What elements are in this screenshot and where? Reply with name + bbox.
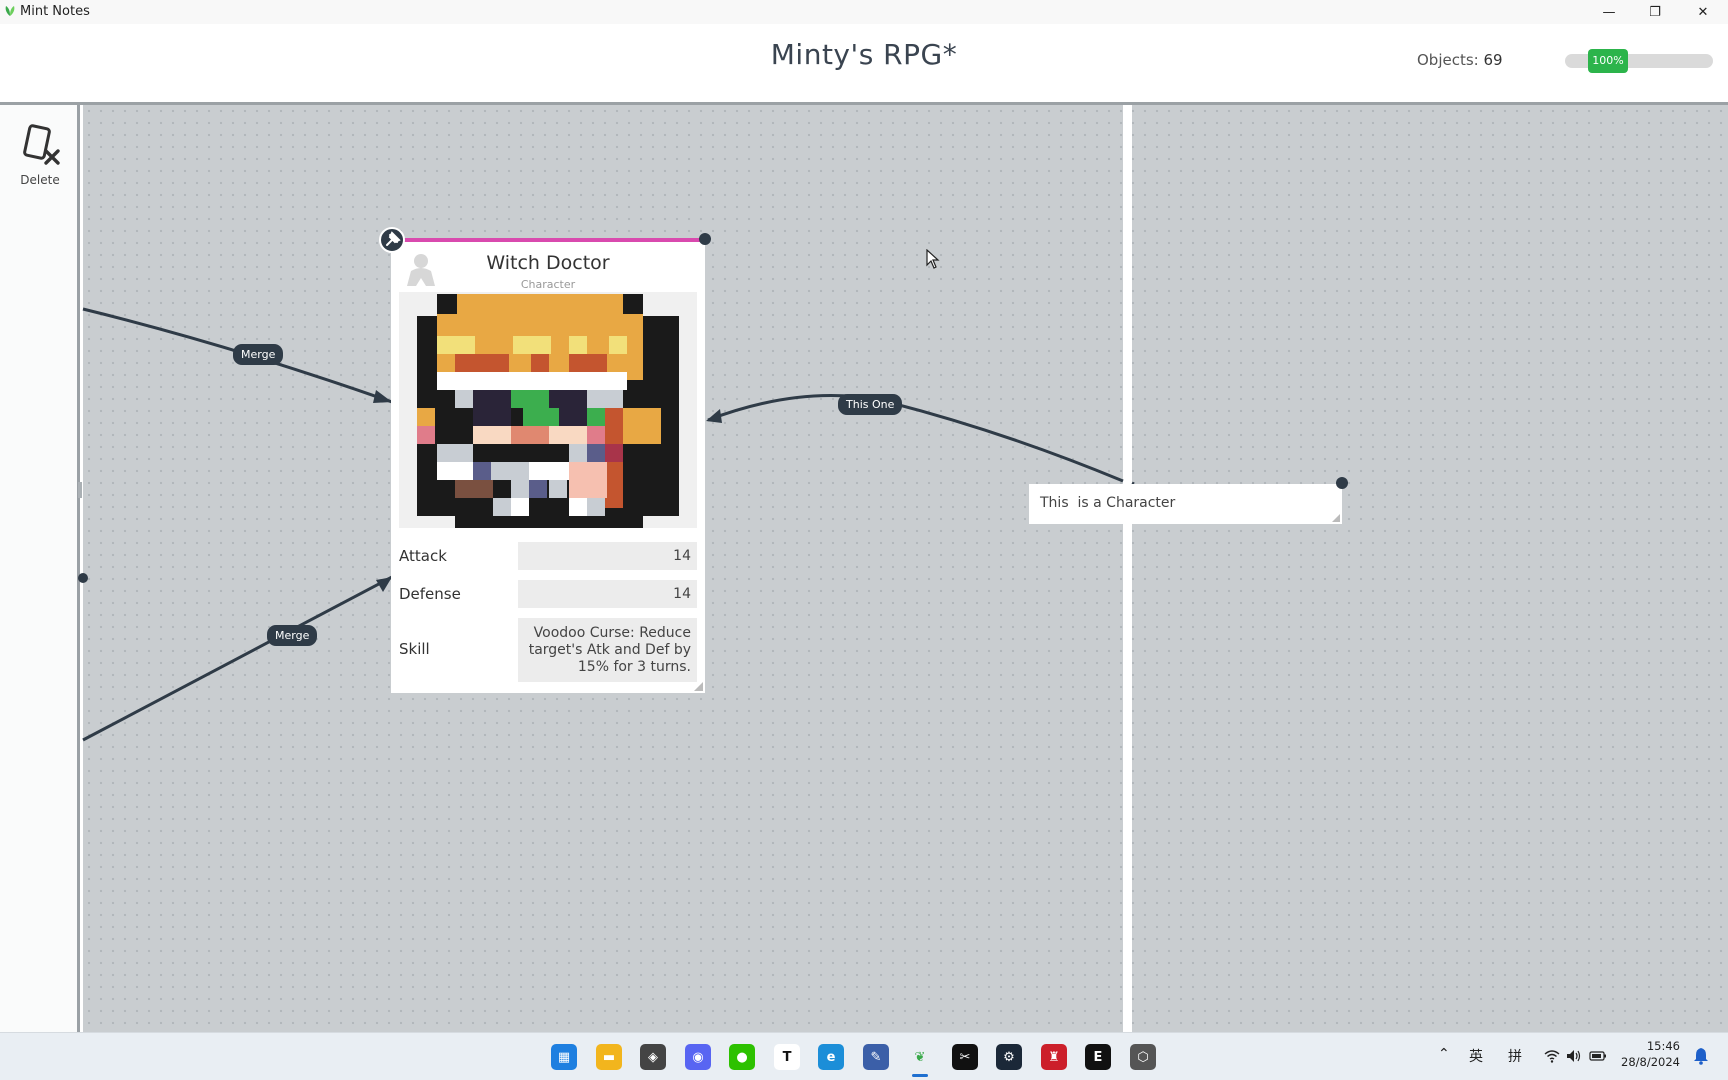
typora-icon[interactable]: T [774, 1044, 800, 1070]
note-text[interactable]: This is a Character [1040, 495, 1175, 511]
stat-label-defense: Defense [399, 585, 461, 603]
show-hidden-icons-chevron-icon[interactable]: ⌃ [1438, 1046, 1450, 1062]
stat-label-skill: Skill [399, 640, 430, 658]
pin-icon [386, 231, 401, 246]
edge-label-merge[interactable]: Merge [233, 344, 284, 365]
unity-icon[interactable]: ◈ [640, 1044, 666, 1070]
resize-grip-icon[interactable] [694, 682, 703, 691]
battery-icon[interactable] [1589, 1050, 1607, 1062]
offscreen-node-edge [78, 482, 82, 498]
text-note[interactable]: This is a Character [1029, 484, 1342, 524]
active-app-indicator [912, 1074, 928, 1077]
edge-this-one [707, 394, 1124, 483]
file-explorer-icon[interactable]: ▬ [596, 1044, 622, 1070]
card-pin-button[interactable] [379, 227, 405, 253]
card-title[interactable]: Witch Doctor [391, 252, 705, 274]
clock[interactable]: 15:46 28/8/2024 [1620, 1038, 1680, 1070]
arrowhead-icon [373, 390, 392, 403]
edge-merge-bottom [82, 575, 393, 742]
character-portrait[interactable] [399, 292, 697, 528]
card-type: Character [520, 278, 576, 291]
input-method-pinyin[interactable]: 拼 [1508, 1046, 1522, 1066]
offscreen-node-dot [78, 573, 88, 583]
steam-icon[interactable]: ⚙ [996, 1044, 1022, 1070]
volume-icon[interactable] [1566, 1049, 1582, 1063]
clock-time: 15:46 [1646, 1039, 1680, 1053]
clock-date: 28/8/2024 [1621, 1055, 1680, 1069]
mouse-cursor-icon [926, 249, 940, 269]
connections-layer [78, 307, 1135, 742]
discord-icon[interactable]: ◉ [685, 1044, 711, 1070]
edge-label-merge[interactable]: Merge [267, 625, 318, 646]
stat-value-attack[interactable]: 14 [518, 542, 697, 570]
mint-notes-icon[interactable]: ❦ [907, 1044, 933, 1070]
wifi-icon[interactable] [1544, 1049, 1560, 1063]
resize-grip-icon[interactable] [1332, 514, 1340, 522]
stat-label-attack: Attack [399, 547, 447, 565]
capcut-icon[interactable]: ✂ [952, 1044, 978, 1070]
notification-bell-icon[interactable] [1693, 1047, 1709, 1065]
character-card[interactable]: Witch Doctor Character Attack 14 Defense… [391, 238, 705, 693]
stat-value-defense[interactable]: 14 [518, 580, 697, 608]
unity-hub-icon[interactable]: ⬡ [1130, 1044, 1156, 1070]
edge-label-this-one[interactable]: This One [838, 394, 903, 415]
stat-value-skill[interactable]: Voodoo Curse: Reduce target's Atk and De… [518, 618, 697, 682]
input-method-english[interactable]: 英 [1469, 1046, 1483, 1066]
windows-start-icon[interactable]: ▦ [551, 1044, 577, 1070]
edge-icon[interactable]: e [818, 1044, 844, 1070]
witch-doctor-pixel-art [399, 294, 697, 528]
epic-games-icon[interactable]: E [1085, 1044, 1111, 1070]
paint-icon[interactable]: ✎ [863, 1044, 889, 1070]
note-connector-dot[interactable] [1336, 477, 1348, 489]
card-connector-dot[interactable] [699, 233, 711, 245]
wechat-icon[interactable]: ● [729, 1044, 755, 1070]
arrowhead-icon [706, 409, 722, 423]
game-icon[interactable]: ♜ [1041, 1044, 1067, 1070]
